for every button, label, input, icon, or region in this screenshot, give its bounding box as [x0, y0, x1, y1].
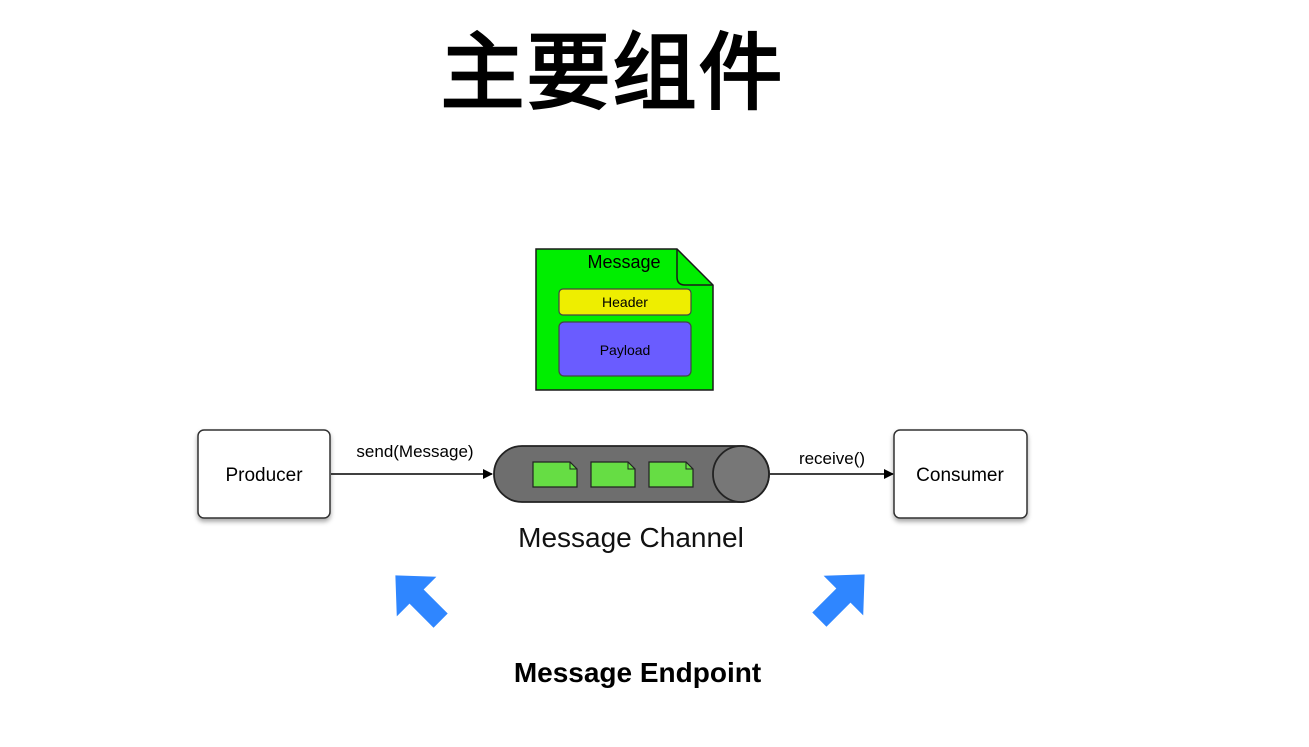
channel-message-item	[590, 461, 636, 488]
send-label: send(Message)	[356, 442, 473, 461]
producer-label: Producer	[225, 465, 303, 486]
components-diagram: Message Header Payload Producer send(Mes…	[197, 248, 1028, 628]
channel-label: Message Channel	[518, 522, 744, 553]
message-channel	[493, 445, 770, 503]
receive-label: receive()	[799, 449, 865, 468]
consumer-label: Consumer	[916, 465, 1004, 486]
message-document: Message Header Payload	[535, 248, 714, 391]
channel-cylinder-end	[712, 445, 770, 503]
channel-message-item	[648, 461, 694, 488]
endpoint-arrow-right	[812, 574, 865, 627]
message-header-label: Header	[602, 294, 648, 310]
endpoint-arrow-left	[395, 575, 448, 628]
consumer-node: Consumer	[893, 429, 1028, 519]
message-payload-label: Payload	[600, 342, 651, 358]
endpoint-label: Message Endpoint	[513, 657, 762, 688]
message-label: Message	[587, 252, 660, 272]
producer-node: Producer	[197, 429, 331, 519]
channel-message-item	[532, 461, 578, 488]
